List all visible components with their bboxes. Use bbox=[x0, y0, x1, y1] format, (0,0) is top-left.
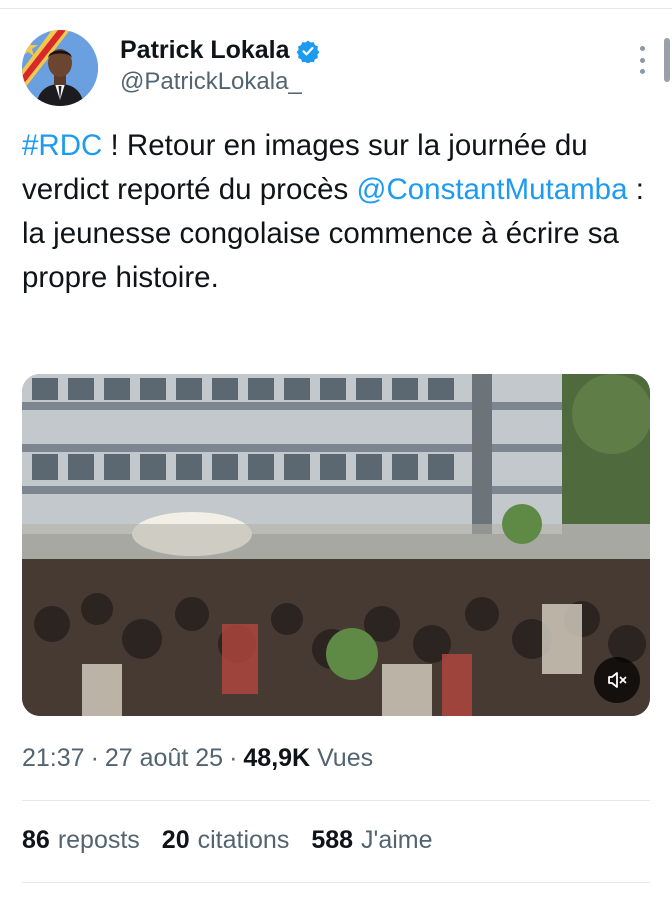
video-player[interactable] bbox=[22, 374, 650, 716]
tweet-date[interactable]: 27 août 25 bbox=[105, 744, 223, 772]
speaker-muted-icon bbox=[608, 672, 627, 688]
tweet-meta: 21:37 · 27 août 25 · 48,9K Vues bbox=[22, 744, 374, 772]
hashtag-link[interactable]: #RDC bbox=[22, 129, 102, 162]
video-frame bbox=[22, 374, 650, 716]
top-divider bbox=[0, 8, 672, 9]
quotes-label: citations bbox=[197, 826, 290, 854]
likes-label: J'aime bbox=[361, 826, 433, 854]
reposts-stat[interactable]: 86 reposts bbox=[22, 826, 140, 855]
more-options-icon[interactable] bbox=[632, 40, 652, 80]
reposts-label: reposts bbox=[57, 826, 140, 854]
likes-count: 588 bbox=[311, 826, 354, 854]
mention-link[interactable]: @ConstantMutamba bbox=[357, 173, 628, 206]
quotes-count: 20 bbox=[161, 826, 190, 854]
quotes-stat[interactable]: 20 citations bbox=[162, 826, 290, 855]
divider bbox=[22, 800, 650, 801]
likes-stat[interactable]: 588 J'aime bbox=[311, 826, 432, 855]
handle[interactable]: @PatrickLokala_ bbox=[120, 68, 320, 96]
avatar[interactable] bbox=[22, 30, 98, 106]
scrollbar-thumb[interactable] bbox=[664, 38, 670, 82]
divider bbox=[22, 882, 650, 883]
verified-badge-icon bbox=[296, 39, 320, 64]
display-name[interactable]: Patrick Lokala bbox=[120, 36, 290, 65]
views-label: Vues bbox=[317, 744, 374, 772]
engagement-stats: 86 reposts 20 citations 588 J'aime bbox=[22, 826, 433, 855]
views-count: 48,9K bbox=[243, 744, 311, 772]
author-info: Patrick Lokala @PatrickLokala_ bbox=[120, 36, 320, 96]
profile-photo bbox=[22, 30, 98, 106]
tweet-text: #RDC ! Retour en images sur la journée d… bbox=[22, 124, 652, 300]
tweet-header: Patrick Lokala @PatrickLokala_ bbox=[22, 30, 662, 110]
mute-button[interactable] bbox=[594, 657, 640, 703]
tweet-time[interactable]: 21:37 bbox=[22, 744, 85, 772]
reposts-count: 86 bbox=[22, 826, 50, 854]
